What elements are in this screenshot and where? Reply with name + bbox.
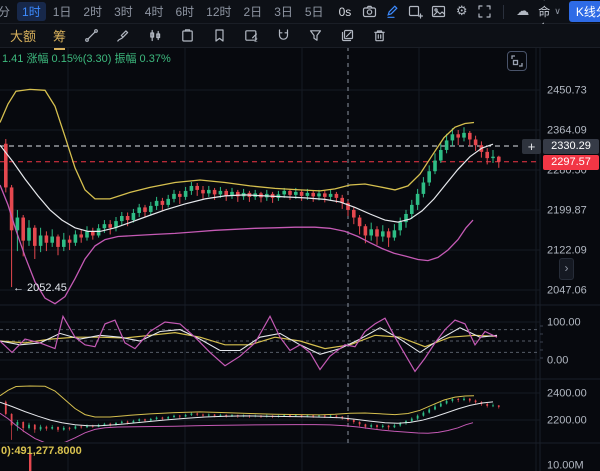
fullscreen-icon[interactable] <box>476 4 493 20</box>
crosshair-price-badge[interactable]: 2330.29 <box>543 139 599 154</box>
cloud-icon: ☁ <box>514 4 531 20</box>
chevron-down-icon: ∨ <box>554 6 561 17</box>
drawing-tabs: 大额筹 <box>10 26 66 45</box>
low-price-annotation: ← 2052.45 <box>13 282 67 294</box>
filter-icon[interactable] <box>307 28 324 44</box>
timeframe-5日[interactable]: 5日 <box>300 2 329 21</box>
kline-analysis-button[interactable]: K线分析 <box>569 1 600 22</box>
timeframe-3时[interactable]: 3时 <box>109 2 138 21</box>
axis-label: 2199.87 <box>547 205 587 217</box>
axis-label: 2122.09 <box>547 245 587 257</box>
clipboard-icon[interactable] <box>179 28 196 44</box>
scale-expand-arrow[interactable]: › <box>559 258 574 280</box>
drawing-icons: 2 <box>83 28 388 44</box>
trash-icon[interactable] <box>371 28 388 44</box>
camera-icon[interactable] <box>361 4 378 20</box>
timeframe-list: 分1时1日2时3时4时6时12时2日3日5日 <box>3 2 331 21</box>
trendline-icon[interactable] <box>83 28 100 44</box>
svg-text:2: 2 <box>254 38 258 43</box>
timeframe-1时[interactable]: 1时 <box>17 2 46 21</box>
toolbar-divider <box>503 5 504 19</box>
add-alert-plus-button[interactable]: + <box>522 139 541 154</box>
restore-view-icon[interactable] <box>507 51 527 71</box>
interval-label[interactable]: 0s <box>339 5 352 19</box>
volume-readout: 0):491,277.8000 <box>1 445 82 457</box>
axis-label: 2450.73 <box>547 85 587 97</box>
timeframe-12时[interactable]: 12时 <box>201 2 236 21</box>
pattern-icon[interactable] <box>147 28 164 44</box>
image-icon[interactable] <box>430 4 447 20</box>
timeframe-2日[interactable]: 2日 <box>239 2 268 21</box>
axis-label: 2200.00 <box>547 415 587 427</box>
layers-icon[interactable] <box>339 28 356 44</box>
draw-icon[interactable] <box>384 4 401 20</box>
timeframe-4时[interactable]: 4时 <box>140 2 169 21</box>
timeframe-分[interactable]: 分 <box>0 2 15 21</box>
bookmark-icon[interactable] <box>211 28 228 44</box>
axis-label: 2364.09 <box>547 125 587 137</box>
tab-筹[interactable]: 筹 <box>53 26 66 45</box>
add-indicator-icon[interactable] <box>407 4 424 20</box>
tab-大额[interactable]: 大额 <box>10 26 36 45</box>
annotate-icon[interactable]: 2 <box>243 28 260 44</box>
timeframe-1日[interactable]: 1日 <box>48 2 77 21</box>
top-toolbar-icons: ⚙ <box>358 4 496 20</box>
axis-label: 2047.06 <box>547 285 587 297</box>
settings-icon[interactable]: ⚙ <box>453 4 470 20</box>
magnet-icon[interactable] <box>275 28 292 44</box>
last-price-badge[interactable]: 2297.57 <box>543 155 599 170</box>
axis-label: 100.00 <box>547 317 581 329</box>
axis-label: 2400.00 <box>547 388 587 400</box>
brush-icon[interactable] <box>115 28 132 44</box>
timeframe-3日[interactable]: 3日 <box>269 2 298 21</box>
axis-label: 10.00M <box>547 460 584 471</box>
ohlc-info-bar: 1.41 涨幅 0.15%(3.30) 振幅 0.37% <box>2 50 171 66</box>
axis-label: 0.00 <box>547 355 568 367</box>
timeframe-2时[interactable]: 2时 <box>78 2 107 21</box>
drawing-toolbar: 大额筹 2 <box>0 24 600 48</box>
top-toolbar: 分1时1日2时3时4时6时12时2日3日5日 0s ⚙ ☁ 未命名 ∨ K线分析 <box>0 0 600 24</box>
timeframe-6时[interactable]: 6时 <box>170 2 199 21</box>
